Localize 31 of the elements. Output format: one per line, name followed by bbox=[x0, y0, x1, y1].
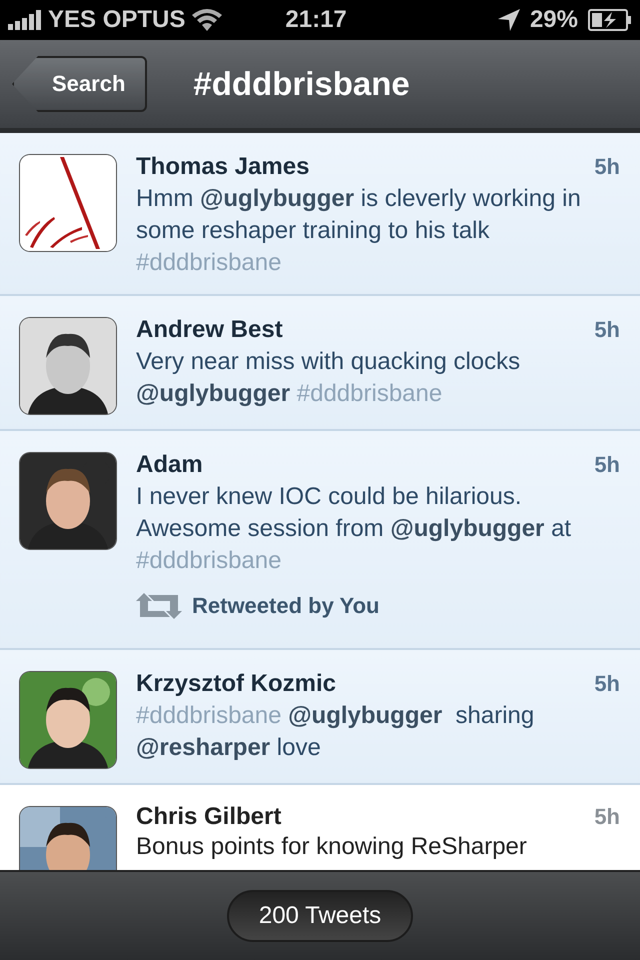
tweet-row[interactable]: Krzysztof Kozmic 5h #dddbrisbane @uglybugger sharing @resharper love bbox=[0, 650, 640, 785]
author-name: Krzysztof Kozmic bbox=[136, 670, 336, 698]
author-name: Adam bbox=[136, 451, 203, 479]
nav-title: #dddbrisbane bbox=[193, 65, 410, 103]
signal-icon bbox=[8, 10, 42, 30]
tweet-count-button[interactable]: 200 Tweets bbox=[226, 890, 414, 942]
battery-icon bbox=[588, 9, 632, 31]
tweet-text: Very near miss with quacking clocks @uglybugger #dddbrisbane bbox=[136, 347, 522, 409]
tweet-time: 5h bbox=[594, 317, 620, 343]
tweet-time: 5h bbox=[594, 804, 620, 830]
tweet-row[interactable]: Andrew Best 5h Very near miss with quacking clocks @uglybugger #dddbrisbane bbox=[0, 296, 640, 431]
tweet-text: Bonus points for knowing ReSharper bbox=[136, 832, 528, 862]
clock-time: 21:17 bbox=[285, 6, 347, 34]
tweet-text: #dddbrisbane @uglybugger sharing @resharper love bbox=[136, 701, 536, 763]
tweet-text: Hmm @uglybugger is cleverly working in some reshaper training to his talk #dddbrisbane bbox=[136, 184, 582, 278]
battery-percent: 29% bbox=[530, 6, 578, 34]
tweet-time: 5h bbox=[594, 671, 620, 697]
author-name: Thomas James bbox=[136, 153, 310, 181]
tweet-row[interactable]: Thomas James 5h Hmm @uglybugger is cleverly working in some reshaper training to his talk #dddbrisbane bbox=[0, 133, 640, 296]
tweet-row[interactable]: Adam 5h I never knew IOC could be hilarious. Awesome session from @uglybugger at #dddbrisbane Retweeted by You bbox=[0, 431, 640, 650]
retweet-icon bbox=[136, 593, 182, 619]
tweet-text: I never knew IOC could be hilarious. Awesome session from @uglybugger at #dddbrisbane bbox=[136, 482, 572, 576]
retweet-label: Retweeted by You bbox=[192, 593, 380, 619]
tweet-time: 5h bbox=[594, 452, 620, 478]
back-button[interactable]: Search bbox=[12, 56, 148, 112]
carrier-name: YES OPTUS bbox=[48, 6, 186, 34]
wifi-icon bbox=[191, 9, 224, 31]
location-arrow-icon bbox=[498, 9, 520, 31]
author-name: Chris Gilbert bbox=[136, 803, 282, 831]
tweet-time: 5h bbox=[594, 154, 620, 180]
author-name: Andrew Best bbox=[136, 316, 283, 344]
